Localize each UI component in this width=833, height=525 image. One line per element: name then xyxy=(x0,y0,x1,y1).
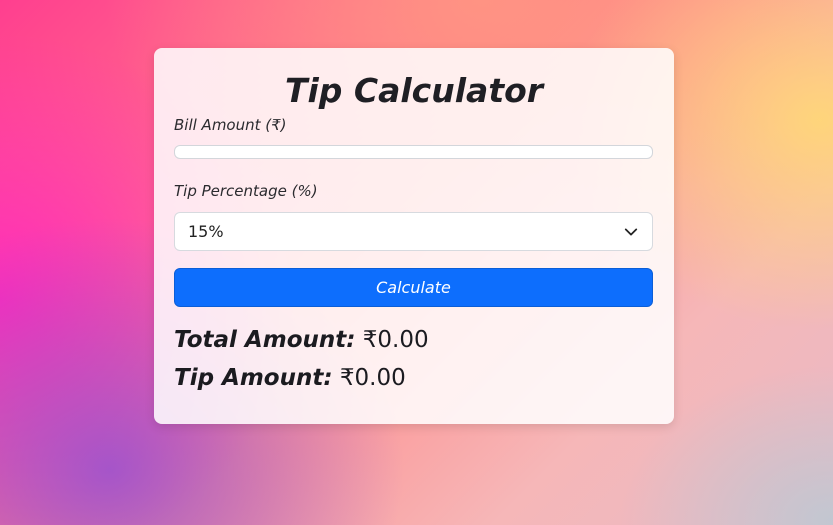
tip-calculator-card: Tip Calculator Bill Amount (₹) Tip Perce… xyxy=(154,48,674,424)
bill-amount-label: Bill Amount (₹) xyxy=(174,116,287,134)
page-title: Tip Calculator xyxy=(284,71,544,110)
tip-percentage-value: 15% xyxy=(188,222,224,241)
tip-percentage-label: Tip Percentage (%) xyxy=(174,182,318,200)
tip-percentage-select[interactable]: 15% xyxy=(174,212,653,251)
calculate-button[interactable]: Calculate xyxy=(174,268,653,307)
tip-amount-result: Tip Amount: ₹0.00 xyxy=(174,363,654,393)
bill-amount-input[interactable] xyxy=(174,145,653,159)
chevron-down-icon xyxy=(624,228,638,236)
tip-amount-label: Tip Amount: xyxy=(174,365,333,391)
total-amount-label: Total Amount: xyxy=(174,327,356,353)
tip-amount-value: ₹0.00 xyxy=(332,365,406,391)
total-amount-value: ₹0.00 xyxy=(355,327,429,353)
total-amount-result: Total Amount: ₹0.00 xyxy=(174,325,654,355)
